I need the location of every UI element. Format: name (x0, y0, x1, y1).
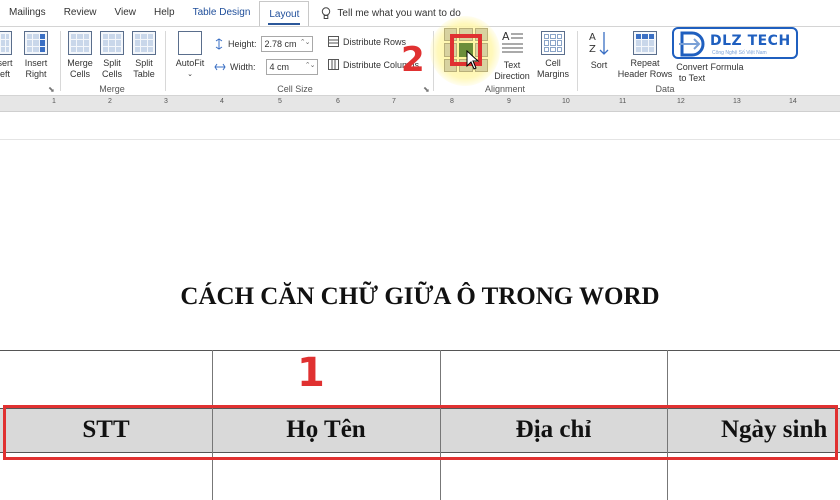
autofit-label: AutoFit (175, 58, 205, 68)
logo-subtitle: Công Nghệ Số Việt Nam (712, 50, 767, 56)
width-label: Width: (230, 62, 256, 72)
tab-layout[interactable]: Layout (259, 0, 310, 28)
split-cells-icon (100, 31, 124, 55)
group-separator (577, 31, 578, 91)
merge-cells-button[interactable]: Merge Cells (64, 31, 96, 80)
formula-label: Formula (710, 62, 744, 72)
repeat-header-rows-label: Repeat Header Rows (617, 58, 673, 79)
distribute-rows-label: Distribute Rows (343, 36, 407, 47)
svg-text:A: A (589, 32, 596, 43)
cell-size-dialog-launcher-icon[interactable]: ⬊ (423, 85, 430, 94)
ruler-number: 11 (619, 98, 627, 105)
convert-to-text-button[interactable]: Convert to Text (674, 62, 710, 84)
repeat-header-rows-button[interactable]: Repeat Header Rows (617, 31, 673, 80)
merge-cells-label: Merge Cells (67, 58, 93, 79)
sort-button[interactable]: AZ Sort (584, 29, 614, 71)
cell-margins-label: Cell Margins (536, 58, 569, 79)
brand-logo: DLZ TECH Công Nghệ Số Việt Nam (672, 27, 798, 59)
cell-margins-icon (541, 31, 565, 55)
width-input[interactable]: 4 cm (265, 59, 318, 75)
height-label: Height: (228, 39, 257, 49)
distribute-rows-button[interactable]: Distribute Rows (328, 36, 406, 47)
tab-help[interactable]: Help (145, 0, 184, 26)
width-field-row: Width: 4 cm (214, 59, 318, 75)
ribbon-tab-bar: Mailings Review View Help Table Design L… (0, 0, 840, 28)
ruler-number: 6 (336, 98, 340, 105)
row-height-icon (215, 38, 223, 50)
merge-cells-icon (68, 31, 92, 55)
sort-label: Sort (590, 60, 608, 70)
column-width-icon (214, 63, 226, 71)
distribute-rows-icon (328, 36, 339, 47)
autofit-button[interactable]: AutoFit ⌄ (172, 31, 208, 80)
tab-review[interactable]: Review (55, 0, 106, 26)
split-cells-label: Split Cells (101, 58, 122, 79)
ruler-number: 1 (52, 98, 56, 105)
svg-text:Z: Z (589, 44, 596, 55)
tab-mailings[interactable]: Mailings (0, 0, 55, 26)
repeat-header-rows-icon (633, 31, 657, 55)
insert-left-icon (0, 31, 12, 55)
page-break-line (0, 139, 840, 140)
split-table-label: Split Table (133, 58, 155, 79)
tab-table-design[interactable]: Table Design (184, 0, 260, 26)
group-separator (60, 31, 61, 91)
ruler-number: 10 (562, 98, 570, 105)
cell-size-group-label: Cell Size (277, 84, 313, 94)
insert-right-icon (24, 31, 48, 55)
merge-group-label: Merge (99, 84, 125, 94)
height-field-row: Height: 2.78 cm (214, 36, 313, 52)
logo-text: DLZ TECH (710, 33, 791, 49)
step-2-annotation: 2 (401, 40, 425, 80)
text-direction-label: Text Direction (494, 60, 530, 81)
table-border (0, 350, 840, 351)
ruler-number: 3 (164, 98, 168, 105)
chevron-down-icon: ⌄ (187, 71, 193, 78)
sort-icon: AZ (589, 32, 609, 55)
convert-to-text-label: Convert to Text (676, 62, 708, 83)
dlz-logo-icon (679, 31, 705, 57)
group-separator (165, 31, 166, 91)
ruler-number: 4 (220, 98, 224, 105)
tell-me-search[interactable]: Tell me what you want to do (309, 6, 461, 20)
height-input[interactable]: 2.78 cm (260, 36, 313, 52)
rows-columns-dialog-launcher-icon[interactable]: ⬊ (48, 85, 55, 94)
svg-text:A: A (502, 30, 510, 43)
lightbulb-icon (322, 6, 331, 19)
ruler-number: 14 (789, 98, 797, 105)
formula-button[interactable]: Formula (709, 62, 745, 73)
text-direction-icon: A (502, 30, 523, 53)
ruler-number: 9 (507, 98, 511, 105)
ruler-number: 12 (677, 98, 685, 105)
distribute-columns-icon (328, 59, 339, 70)
tab-view[interactable]: View (105, 0, 145, 26)
insert-left-button[interactable]: sert eft (0, 31, 16, 80)
alignment-group-label: Alignment (484, 84, 526, 94)
split-cells-button[interactable]: Split Cells (96, 31, 128, 80)
data-group-label: Data (655, 84, 675, 94)
step-1-annotation: 1 (297, 350, 325, 396)
ruler-number: 13 (733, 98, 741, 105)
autofit-icon (178, 31, 202, 55)
insert-left-label: sert eft (0, 58, 13, 79)
horizontal-ruler[interactable]: 1 2 3 4 5 6 7 8 9 10 11 12 13 14 (0, 96, 840, 112)
ruler-number: 5 (278, 98, 282, 105)
ruler-number: 8 (450, 98, 454, 105)
selected-row-highlight-box (3, 405, 838, 460)
mouse-pointer-icon (466, 50, 480, 70)
split-table-button[interactable]: Split Table (128, 31, 160, 80)
document-title[interactable]: CÁCH CĂN CHỮ GIỮA Ô TRONG WORD (0, 283, 840, 311)
split-table-icon (132, 31, 156, 55)
ruler-number: 2 (108, 98, 112, 105)
insert-right-label: Insert Right (24, 58, 48, 79)
tell-me-text: Tell me what you want to do (337, 7, 461, 19)
cell-margins-button[interactable]: Cell Margins (535, 31, 571, 80)
insert-right-button[interactable]: Insert Right (20, 31, 52, 80)
ruler-number: 7 (392, 98, 396, 105)
